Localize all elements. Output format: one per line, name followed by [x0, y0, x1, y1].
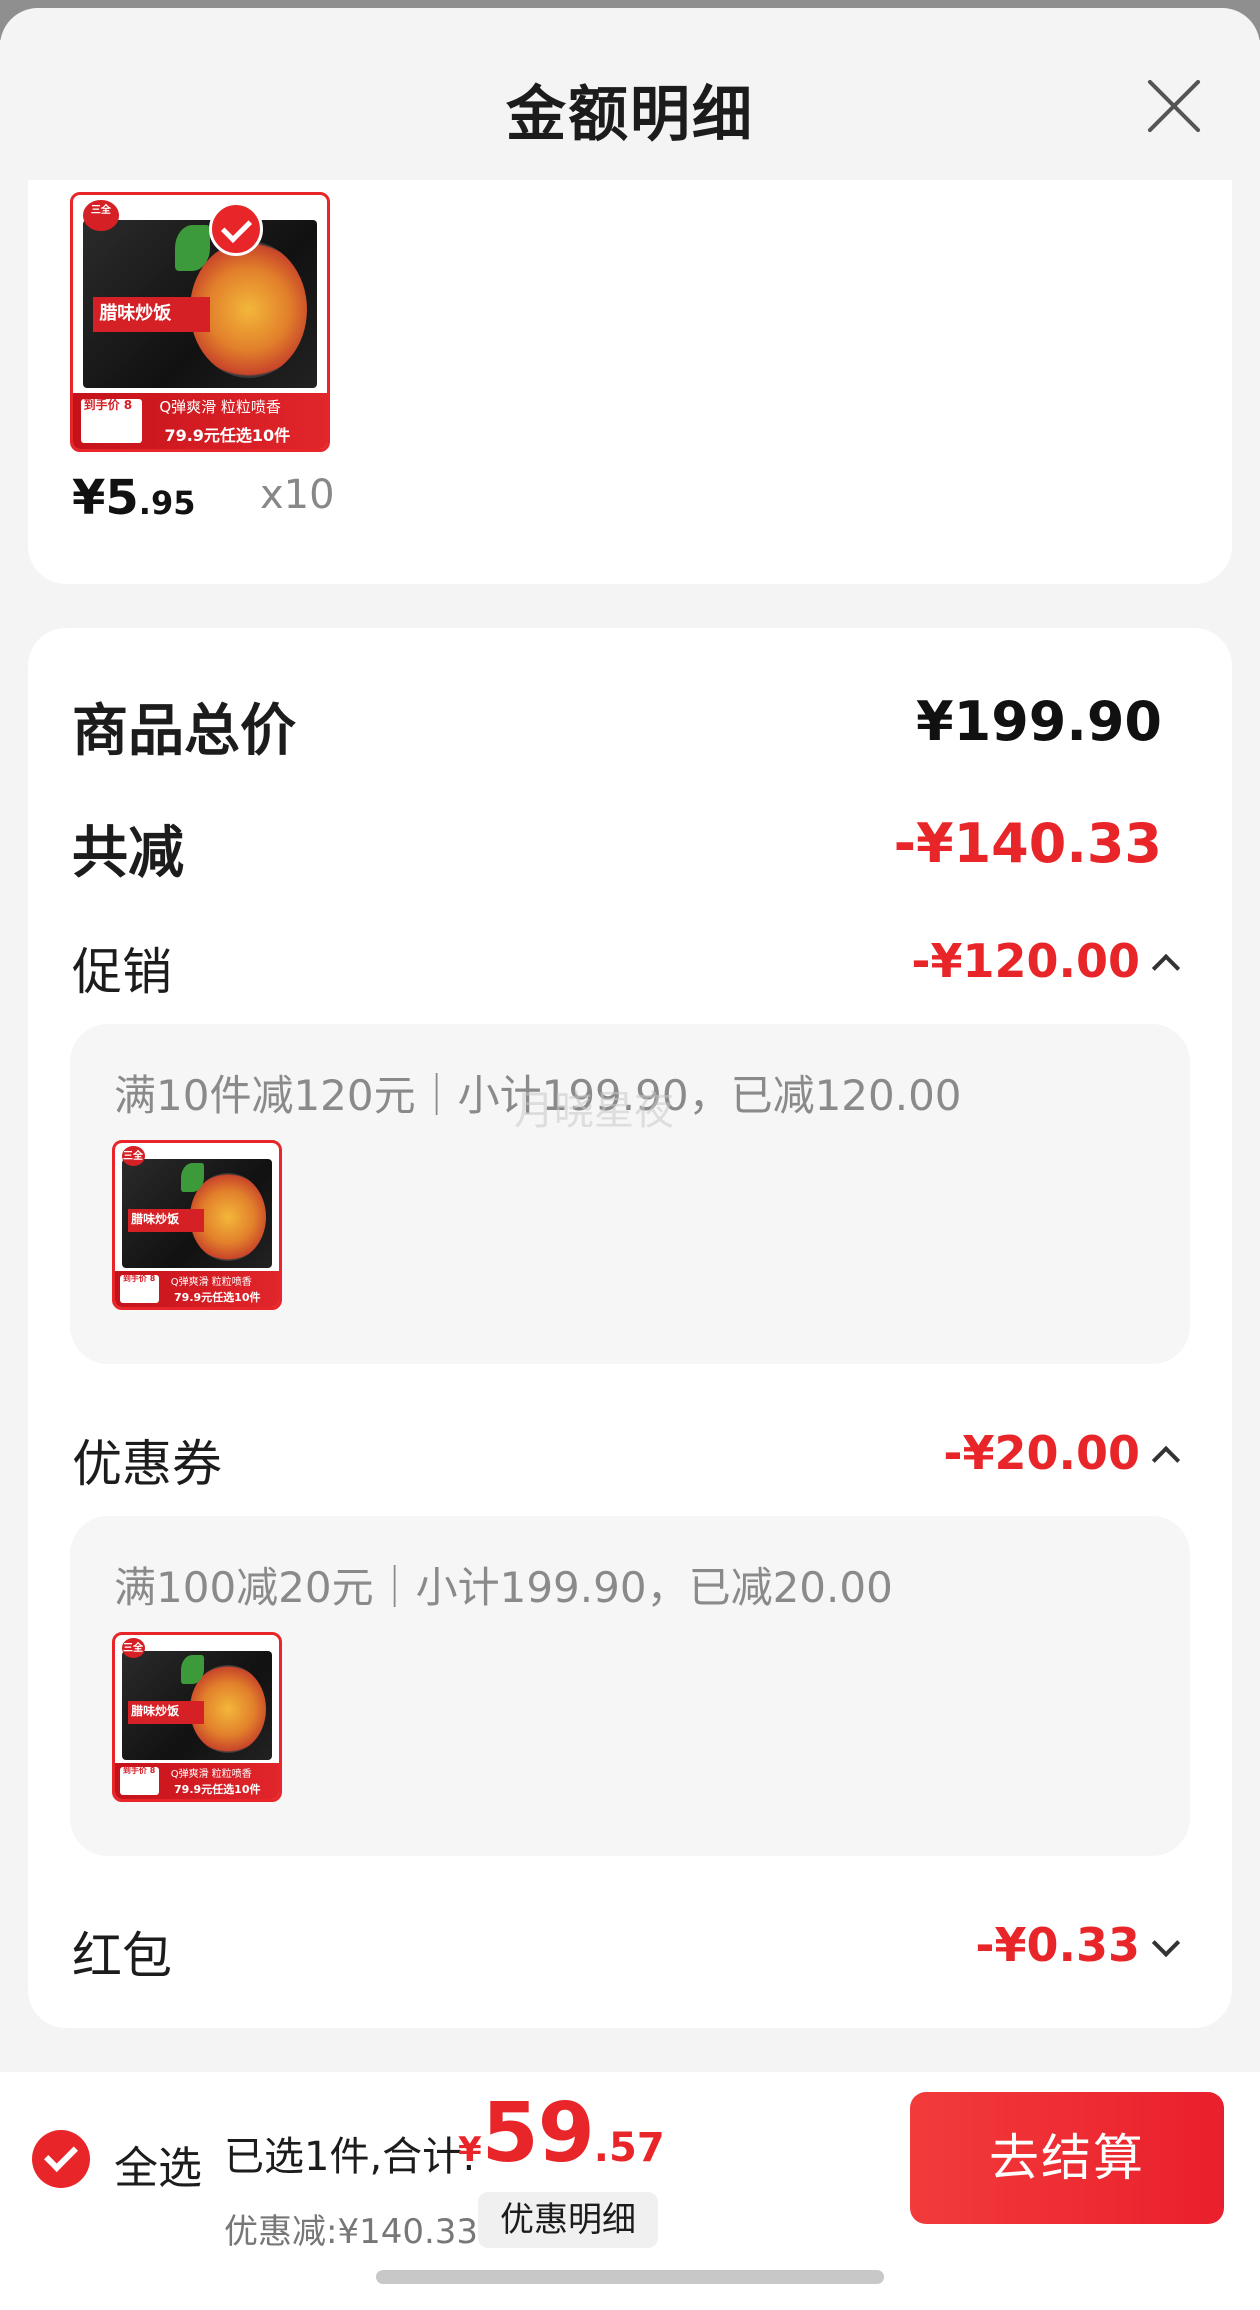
promo-ribbon: 到手价 8 Q弹爽滑 粒粒喷香 79.9元任选10件 — [115, 1270, 279, 1307]
coupon-detail-box: 满100减20元｜小计199.90，已减20.00 三全 腊味炒饭 到手价 8 … — [70, 1516, 1190, 1856]
sheet-title: 金额明细 — [506, 80, 754, 150]
selected-summary: 已选1件,合计: — [224, 2134, 476, 2180]
ribbon-promo: 79.9元任选10件 — [174, 1290, 261, 1304]
total-currency: ¥ — [458, 2130, 482, 2170]
product-name-label: 腊味炒饭 — [128, 1700, 204, 1724]
close-icon[interactable] — [1138, 70, 1208, 140]
total-price-value: ¥199.90 — [916, 690, 1162, 753]
home-indicator — [376, 2270, 884, 2284]
price-integer: ¥5 — [72, 470, 139, 526]
chevron-up-icon — [1151, 1445, 1181, 1474]
summary-card: 商品总价 ¥199.90 共减 -¥140.33 促销 -¥120.00 满10… — [28, 628, 1232, 2028]
discount-summary: 优惠减:¥140.33 — [224, 2212, 479, 2252]
product-name-label: 腊味炒饭 — [93, 296, 211, 333]
vegetable-image — [180, 1654, 204, 1685]
promotion-value: -¥120.00 — [911, 934, 1140, 988]
ribbon-tagline: Q弹爽滑 粒粒喷香 — [170, 1769, 252, 1781]
total-reduction-label: 共减 — [72, 821, 184, 886]
promo-ribbon: 到手价 8 Q弹爽滑 粒粒喷香 79.9元任选10件 — [73, 393, 327, 449]
coupon-description: 满100减20元｜小计199.90，已减20.00 — [114, 1563, 893, 1612]
checkout-button[interactable]: 去结算 — [910, 2092, 1224, 2224]
ribbon-price-tag: 到手价 8 — [119, 1766, 160, 1796]
ribbon-promo: 79.9元任选10件 — [164, 425, 291, 445]
red-packet-toggle[interactable]: -¥0.33 — [975, 1918, 1181, 1972]
red-packet-label: 红包 — [72, 1927, 172, 1985]
select-all-label[interactable]: 全选 — [114, 2132, 202, 2196]
product-price: ¥5.95 — [72, 470, 195, 526]
total-reduction-value: -¥140.33 — [893, 812, 1162, 875]
brand-logo: 三全 — [121, 1146, 145, 1166]
coupon-value: -¥20.00 — [943, 1426, 1140, 1480]
total-decimal: .57 — [593, 2125, 665, 2171]
ribbon-promo: 79.9元任选10件 — [174, 1782, 261, 1796]
total-amount: ¥59.57 — [458, 2086, 665, 2181]
product-card: 三全 腊味炒饭 到手价 8 Q弹爽滑 粒粒喷香 79.9元任选10件 ¥5.95… — [28, 180, 1232, 584]
promotion-product-thumbnail[interactable]: 三全 腊味炒饭 到手价 8 Q弹爽滑 粒粒喷香 79.9元任选10件 — [112, 1140, 282, 1310]
promotion-label: 促销 — [72, 943, 172, 1001]
vegetable-image — [180, 1162, 204, 1193]
promo-ribbon: 到手价 8 Q弹爽滑 粒粒喷香 79.9元任选10件 — [115, 1762, 279, 1799]
coupon-toggle[interactable]: -¥20.00 — [943, 1426, 1181, 1480]
select-all-check-icon[interactable] — [32, 2130, 90, 2188]
brand-logo: 三全 — [121, 1638, 145, 1658]
total-price-label: 商品总价 — [72, 699, 296, 764]
product-quantity: x10 — [260, 472, 335, 518]
coupon-label: 优惠券 — [72, 1435, 222, 1493]
ribbon-price-tag: 到手价 8 — [80, 398, 142, 444]
promotion-detail-box: 满10件减120元｜小计199.90，已减120.00 三全 腊味炒饭 到手价 … — [70, 1024, 1190, 1364]
promotion-toggle[interactable]: -¥120.00 — [911, 934, 1181, 988]
brand-logo: 三全 — [83, 200, 119, 231]
selected-check-icon[interactable] — [209, 202, 263, 256]
coupon-product-thumbnail[interactable]: 三全 腊味炒饭 到手价 8 Q弹爽滑 粒粒喷香 79.9元任选10件 — [112, 1632, 282, 1802]
product-name-label: 腊味炒饭 — [128, 1208, 204, 1232]
watermark: 月晓星夜 — [514, 1088, 674, 1134]
red-packet-value: -¥0.33 — [975, 1918, 1140, 1972]
discount-detail-button[interactable]: 优惠明细 — [478, 2192, 658, 2248]
ribbon-tagline: Q弹爽滑 粒粒喷香 — [170, 1277, 252, 1289]
price-decimal: .95 — [138, 484, 196, 522]
ribbon-tagline: Q弹爽滑 粒粒喷香 — [159, 398, 281, 417]
ribbon-price-tag: 到手价 8 — [119, 1274, 160, 1304]
chevron-down-icon — [1151, 1928, 1181, 1957]
product-thumbnail[interactable]: 三全 腊味炒饭 到手价 8 Q弹爽滑 粒粒喷香 79.9元任选10件 — [70, 192, 330, 452]
total-integer: 59 — [481, 2086, 595, 2181]
chevron-up-icon — [1151, 953, 1181, 982]
